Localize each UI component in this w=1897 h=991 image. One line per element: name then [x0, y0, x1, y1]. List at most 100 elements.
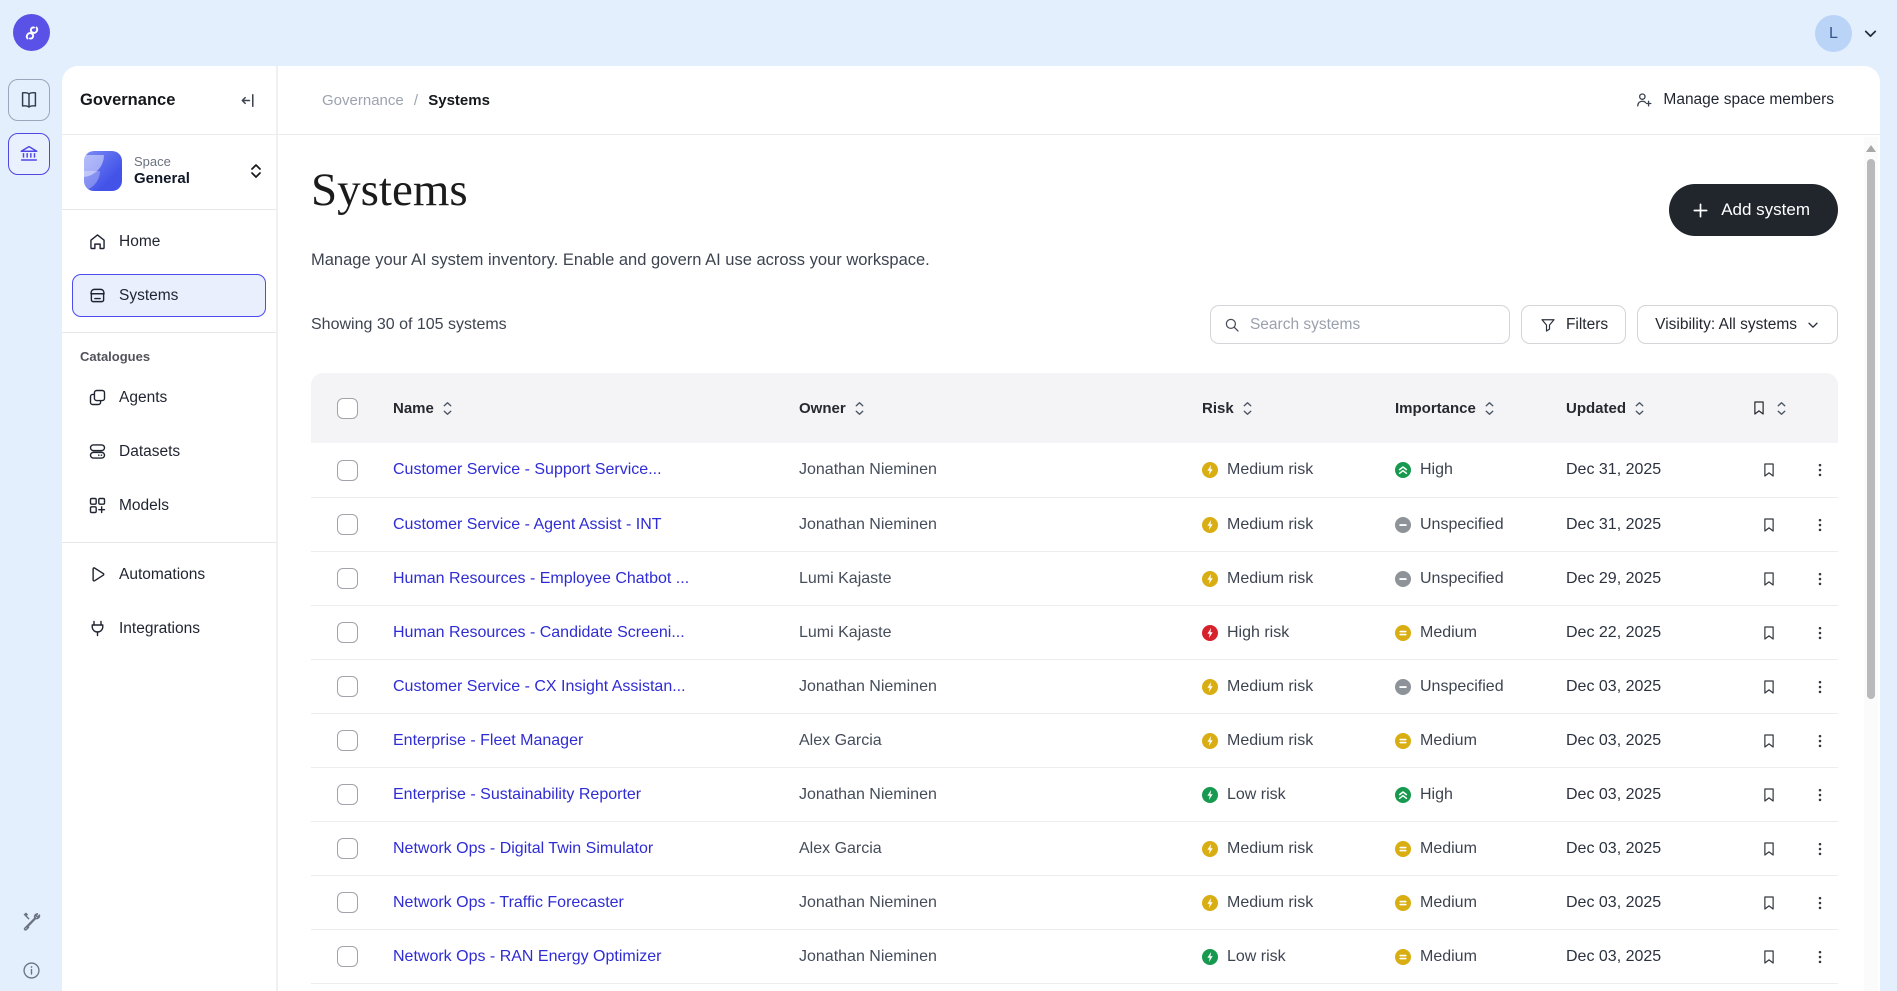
scrollbar-thumb[interactable]	[1867, 159, 1875, 699]
column-header-bookmark[interactable]	[1736, 399, 1802, 417]
row-menu-kebab-button[interactable]	[1811, 678, 1829, 696]
space-selector[interactable]: Space General	[62, 135, 276, 205]
sidebar-item-home[interactable]: Home	[72, 220, 266, 263]
row-checkbox[interactable]	[337, 676, 358, 697]
sidebar-item-agents[interactable]: Agents	[72, 376, 266, 419]
search-systems-box	[1209, 305, 1510, 344]
collapse-left-icon	[241, 93, 254, 107]
app-logo[interactable]	[13, 14, 50, 51]
sidebar-item-integrations[interactable]: Integrations	[72, 607, 266, 650]
column-header-owner[interactable]: Owner	[799, 400, 1202, 417]
row-checkbox[interactable]	[337, 784, 358, 805]
manage-space-members-button[interactable]: Manage space members	[1634, 90, 1834, 110]
home-icon	[86, 231, 108, 253]
results-count: Showing 30 of 105 systems	[311, 315, 507, 333]
system-name-link[interactable]: Customer Service - CX Insight Assistan..…	[393, 678, 686, 695]
sidebar-item-models[interactable]: Models	[72, 484, 266, 527]
sidebar-item-datasets[interactable]: Datasets	[72, 430, 266, 473]
row-checkbox[interactable]	[337, 946, 358, 967]
row-menu-kebab-button[interactable]	[1811, 570, 1829, 588]
automations-icon	[86, 564, 108, 586]
risk-badge: Low risk	[1202, 786, 1395, 804]
row-menu-kebab-button[interactable]	[1811, 948, 1829, 966]
filters-label: Filters	[1565, 315, 1609, 333]
system-owner: Lumi Kajaste	[799, 623, 892, 641]
datasets-icon	[86, 441, 108, 463]
sidebar-item-automations[interactable]: Automations	[72, 553, 266, 596]
system-owner: Lumi Kajaste	[799, 569, 892, 587]
row-checkbox[interactable]	[337, 568, 358, 589]
sidebar-item-label: Home	[119, 232, 161, 250]
bookmark-button[interactable]	[1760, 461, 1778, 479]
table-row: Enterprise - Sustainability Reporter Jon…	[311, 767, 1838, 821]
system-name-link[interactable]: Enterprise - Sustainability Reporter	[393, 786, 641, 803]
row-checkbox[interactable]	[337, 838, 358, 859]
row-menu-kebab-button[interactable]	[1811, 624, 1829, 642]
system-name-link[interactable]: Customer Service - Agent Assist - INT	[393, 516, 662, 533]
row-checkbox[interactable]	[337, 730, 358, 751]
bookmark-button[interactable]	[1760, 948, 1778, 966]
row-menu-kebab-button[interactable]	[1811, 732, 1829, 750]
search-input[interactable]	[1249, 315, 1497, 334]
bookmark-button[interactable]	[1760, 624, 1778, 642]
system-updated-date: Dec 03, 2025	[1566, 839, 1662, 857]
vertical-scrollbar[interactable]	[1864, 137, 1878, 991]
row-menu-kebab-button[interactable]	[1811, 840, 1829, 858]
info-icon	[22, 962, 40, 979]
system-name-link[interactable]: Network Ops - RAN Energy Optimizer	[393, 948, 662, 965]
bookmark-button[interactable]	[1760, 516, 1778, 534]
row-menu-kebab-button[interactable]	[1811, 516, 1829, 534]
bookmark-button[interactable]	[1760, 894, 1778, 912]
table-row: Network Ops - RAN Energy Optimizer Jonat…	[311, 929, 1838, 983]
visibility-label: Visibility: All systems	[1655, 315, 1797, 333]
visibility-dropdown[interactable]: Visibility: All systems	[1637, 305, 1838, 344]
table-row: Customer Service - Agent Assist - INT Jo…	[311, 497, 1838, 551]
importance-medium-icon	[1395, 732, 1411, 749]
row-menu-kebab-button[interactable]	[1811, 894, 1829, 912]
account-chevron-down-icon[interactable]	[1862, 25, 1879, 42]
row-checkbox[interactable]	[337, 459, 358, 481]
space-chevron-updown-icon	[248, 161, 264, 181]
system-name-link[interactable]: Enterprise - Fleet Manager	[393, 732, 583, 749]
collapse-sidebar-button[interactable]	[235, 87, 262, 114]
bookmark-button[interactable]	[1760, 570, 1778, 588]
column-header-risk[interactable]: Risk	[1202, 400, 1395, 417]
select-all-checkbox[interactable]	[337, 397, 358, 419]
system-name-link[interactable]: Network Ops - Digital Twin Simulator	[393, 840, 653, 857]
sidebar-item-systems[interactable]: Systems	[72, 274, 266, 317]
row-checkbox[interactable]	[337, 514, 358, 535]
system-owner: Jonathan Nieminen	[799, 947, 937, 965]
bookmark-button[interactable]	[1760, 732, 1778, 750]
breadcrumb-governance[interactable]: Governance	[322, 92, 404, 109]
table-row: Network Ops - Quality of Service Monitor…	[311, 983, 1838, 991]
scrollbar-up-arrow[interactable]	[1866, 145, 1876, 152]
add-system-button[interactable]: Add system	[1669, 184, 1838, 236]
system-name-link[interactable]: Customer Service - Support Service...	[393, 461, 662, 478]
governance-rail-button[interactable]	[8, 133, 50, 175]
system-name-link[interactable]: Human Resources - Employee Chatbot ...	[393, 570, 689, 587]
info-rail-button[interactable]	[0, 960, 62, 981]
column-header-importance[interactable]: Importance	[1395, 400, 1566, 417]
tools-rail-button[interactable]	[0, 910, 62, 933]
row-checkbox[interactable]	[337, 892, 358, 913]
bookmark-button[interactable]	[1760, 786, 1778, 804]
risk-badge: Medium risk	[1202, 461, 1395, 479]
column-header-name[interactable]: Name	[393, 400, 799, 417]
bookmark-button[interactable]	[1760, 840, 1778, 858]
table-row: Human Resources - Employee Chatbot ... L…	[311, 551, 1838, 605]
risk-badge: Medium risk	[1202, 678, 1395, 696]
importance-medium-icon	[1395, 948, 1411, 965]
user-avatar[interactable]: L	[1815, 15, 1852, 52]
row-checkbox[interactable]	[337, 622, 358, 643]
bookmark-button[interactable]	[1760, 678, 1778, 696]
sort-icon	[1775, 400, 1788, 417]
system-name-link[interactable]: Network Ops - Traffic Forecaster	[393, 894, 624, 911]
library-rail-button[interactable]	[8, 79, 50, 121]
column-header-updated[interactable]: Updated	[1566, 400, 1736, 417]
filters-button[interactable]: Filters	[1520, 305, 1627, 344]
row-menu-kebab-button[interactable]	[1811, 461, 1829, 479]
importance-badge: Medium	[1395, 948, 1566, 966]
sidebar-item-label: Datasets	[119, 442, 181, 460]
system-name-link[interactable]: Human Resources - Candidate Screeni...	[393, 624, 685, 641]
row-menu-kebab-button[interactable]	[1811, 786, 1829, 804]
